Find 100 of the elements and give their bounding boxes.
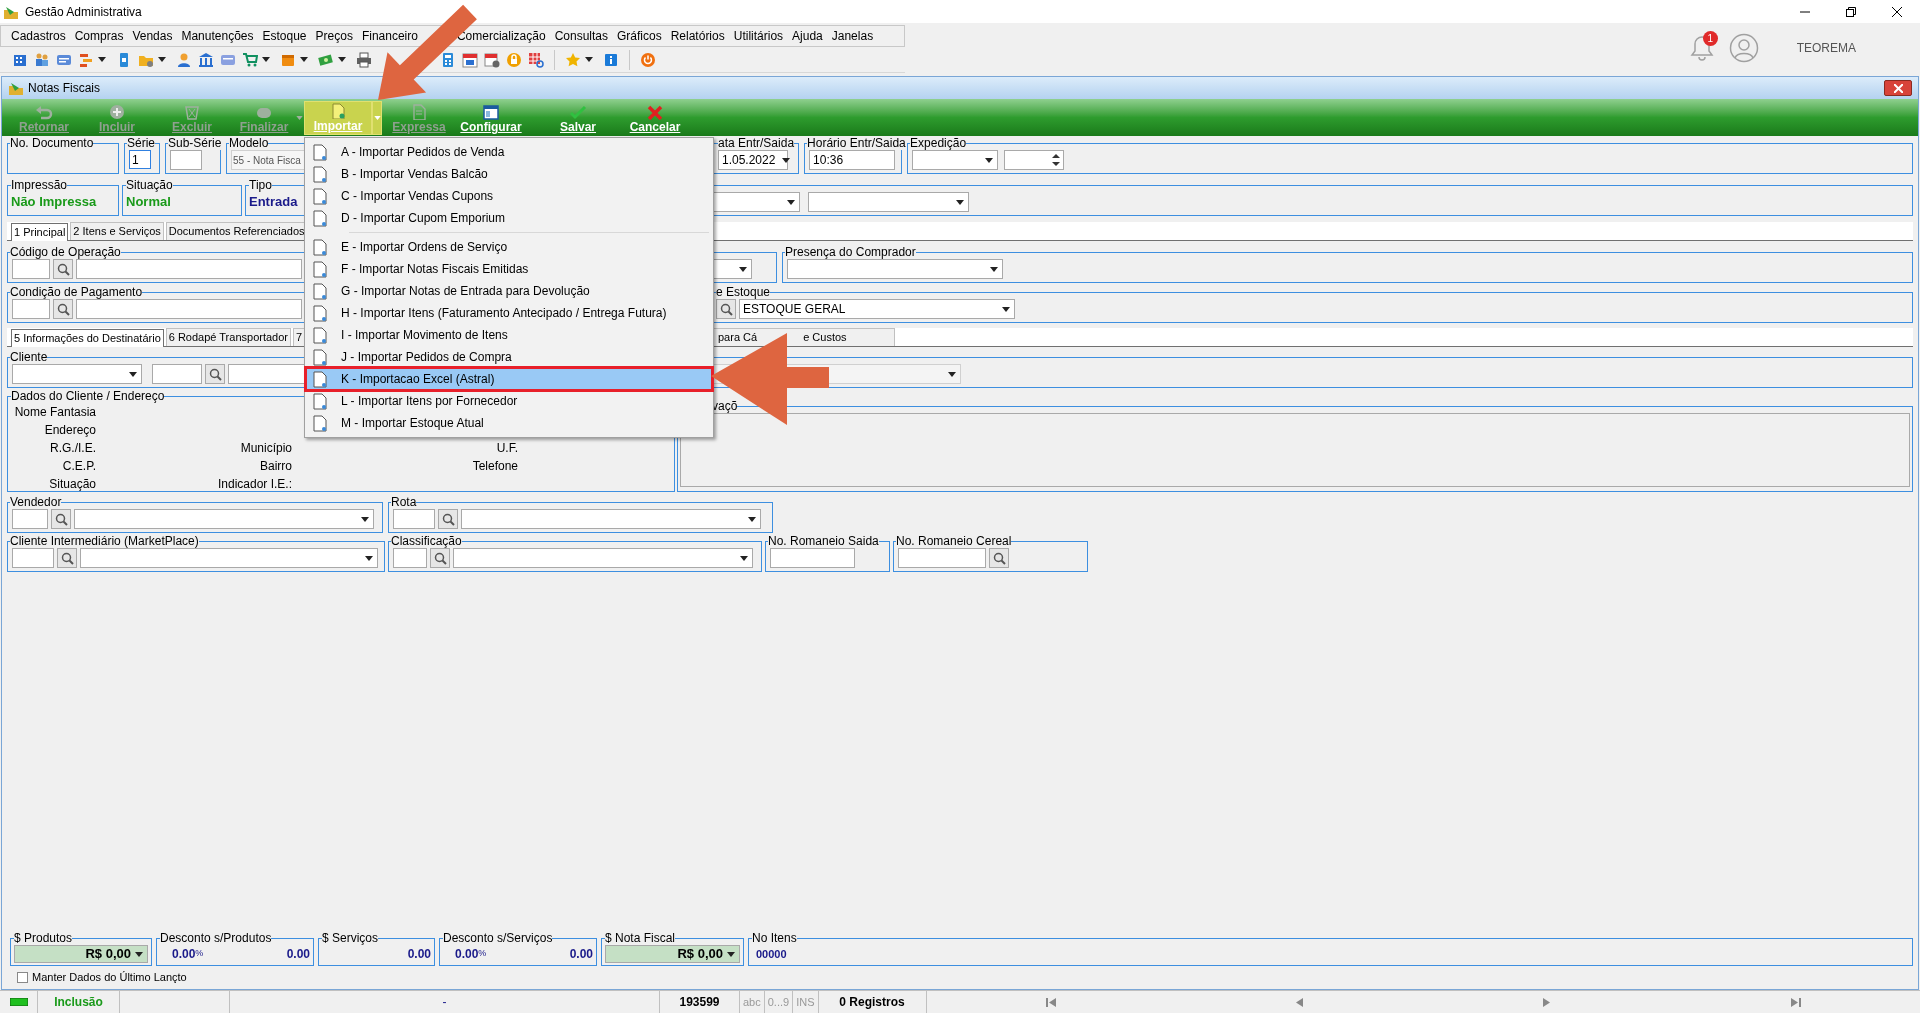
caret-icon [135,951,143,957]
dropdown-field[interactable]: R$ 0,00 [14,945,148,963]
menu-item[interactable]: Janelas [831,27,874,45]
text-field[interactable] [152,364,202,384]
search-button[interactable] [716,299,736,319]
menu-item[interactable]: F - Importar Notas Fiscais Emitidas [307,258,711,280]
menu-item[interactable]: Financeiro [361,27,418,45]
field-label: $ Nota Fiscal [605,932,676,945]
notification-badge: 1 [1702,31,1718,46]
search-button[interactable] [51,509,71,529]
text-field[interactable] [898,548,986,568]
text-field[interactable]: 10:36 [809,150,896,170]
text-field[interactable] [12,259,50,279]
spinner-icon [1052,151,1061,169]
dropdown-field[interactable] [787,259,1003,279]
text-field[interactable] [12,548,54,568]
calculator-icon [440,51,456,68]
dropdown-field[interactable] [453,548,753,568]
close-icon [1893,83,1903,93]
menu-item[interactable]: Comercialização [456,27,546,45]
dropdown-field[interactable]: R$ 0,00 [605,945,740,963]
menu-item[interactable]: D - Importar Cupom Emporium [307,207,711,229]
search-button[interactable] [205,364,225,384]
menu-item[interactable]: C - Importar Vendas Cupons [307,185,711,207]
dropdown-field[interactable]: ESTOQUE GERAL [739,299,1015,319]
user-name: TEOREMA [1796,40,1856,57]
user-icon[interactable] [1728,33,1759,63]
dropdown-field[interactable] [461,509,761,529]
search-button[interactable] [438,509,458,529]
window-icon [8,80,24,96]
close-button[interactable] [1884,80,1912,96]
text-field[interactable] [12,509,48,529]
text-field[interactable] [12,299,50,319]
notes-area[interactable] [680,413,1910,487]
menu-item[interactable]: Utilitários [733,27,784,45]
spin-field[interactable] [1004,150,1065,170]
check-icon [569,104,587,120]
toolbar-button[interactable]: Configurar [456,101,526,135]
tab[interactable]: 5 Informações do Destinatário [11,329,164,347]
menu-item[interactable]: K - Importacao Excel (Astral) [307,368,711,390]
caret-icon [985,157,994,163]
percent-value: 0.00 [455,946,479,963]
field-label: ata Entr/Saida [718,137,795,150]
dropdown-field[interactable] [912,150,999,170]
dropdown-field[interactable] [80,548,378,568]
menu-item[interactable]: M - Importar Estoque Atual [307,412,711,434]
menu-item[interactable]: Ajuda [792,27,823,45]
search-button[interactable] [53,259,73,279]
menu-item[interactable]: Cadastros [11,27,66,45]
bell-icon[interactable] [1688,34,1715,62]
menu-item[interactable]: Relatórios [670,27,725,45]
dropdown-field[interactable] [74,509,374,529]
tab[interactable]: 2 Itens e Serviços [70,222,164,240]
menu-item[interactable]: Vendas [132,27,173,45]
menu-item[interactable]: E - Importar Ordens de Serviço [307,236,711,258]
text-field[interactable]: 1 [129,150,151,169]
caret-icon [948,371,956,377]
search-button[interactable] [53,299,73,319]
menu-item[interactable]: L - Importar Itens por Fornecedor [307,390,711,412]
checkbox[interactable] [17,971,28,983]
calendar-icon [484,51,500,68]
toolbar-button[interactable]: Cancelar [630,101,680,135]
key-indicator: abc [743,994,761,1010]
menu-item[interactable]: Manutenções [181,27,254,45]
menu-item[interactable]: Preços [315,27,353,45]
tab[interactable]: 1 Principal [11,223,69,241]
first-icon[interactable] [1045,997,1056,1007]
field-label: U.F. [496,441,518,455]
dropdown-field[interactable]: 1.05.2022 [718,150,788,170]
menu-item[interactable]: Consultas [554,27,608,45]
last-icon[interactable] [1790,997,1801,1007]
text-field[interactable] [76,299,302,319]
text-field[interactable] [170,150,202,170]
text-field[interactable] [393,548,427,568]
search-icon [56,262,70,276]
previous-icon[interactable] [1294,997,1305,1007]
next-icon[interactable] [1542,997,1553,1007]
restore-icon [1846,6,1856,17]
amount-value: 0.00 [286,946,310,963]
text-field[interactable] [76,259,302,279]
text-field[interactable] [770,548,855,568]
percent-sign: % [195,947,204,961]
dropdown-field[interactable] [808,192,970,212]
search-button[interactable] [430,548,450,568]
dropdown-button[interactable] [372,101,382,135]
window-title: Notas Fiscais [28,80,101,97]
menu-item[interactable]: G - Importar Notas de Entrada para Devolução [307,280,711,302]
document-icon [313,165,327,183]
text-field[interactable] [393,509,435,529]
menu-item[interactable]: Estoque [262,27,307,45]
percent-value: 0.00 [172,946,196,963]
search-button[interactable] [989,548,1009,568]
tab[interactable]: 6 Rodapé Transportador [165,328,291,346]
menu-item[interactable]: Compras [74,27,124,45]
menu-item[interactable]: Gráficos [617,27,662,45]
dropdown-field[interactable] [12,364,142,384]
menu-item[interactable]: J - Importar Pedidos de Compra [307,346,711,368]
toolbar-button[interactable]: Salvar [526,101,630,135]
menu-item[interactable]: H - Importar Itens (Faturamento Antecipado / Entrega Futura) [307,302,711,324]
search-button[interactable] [57,548,77,568]
